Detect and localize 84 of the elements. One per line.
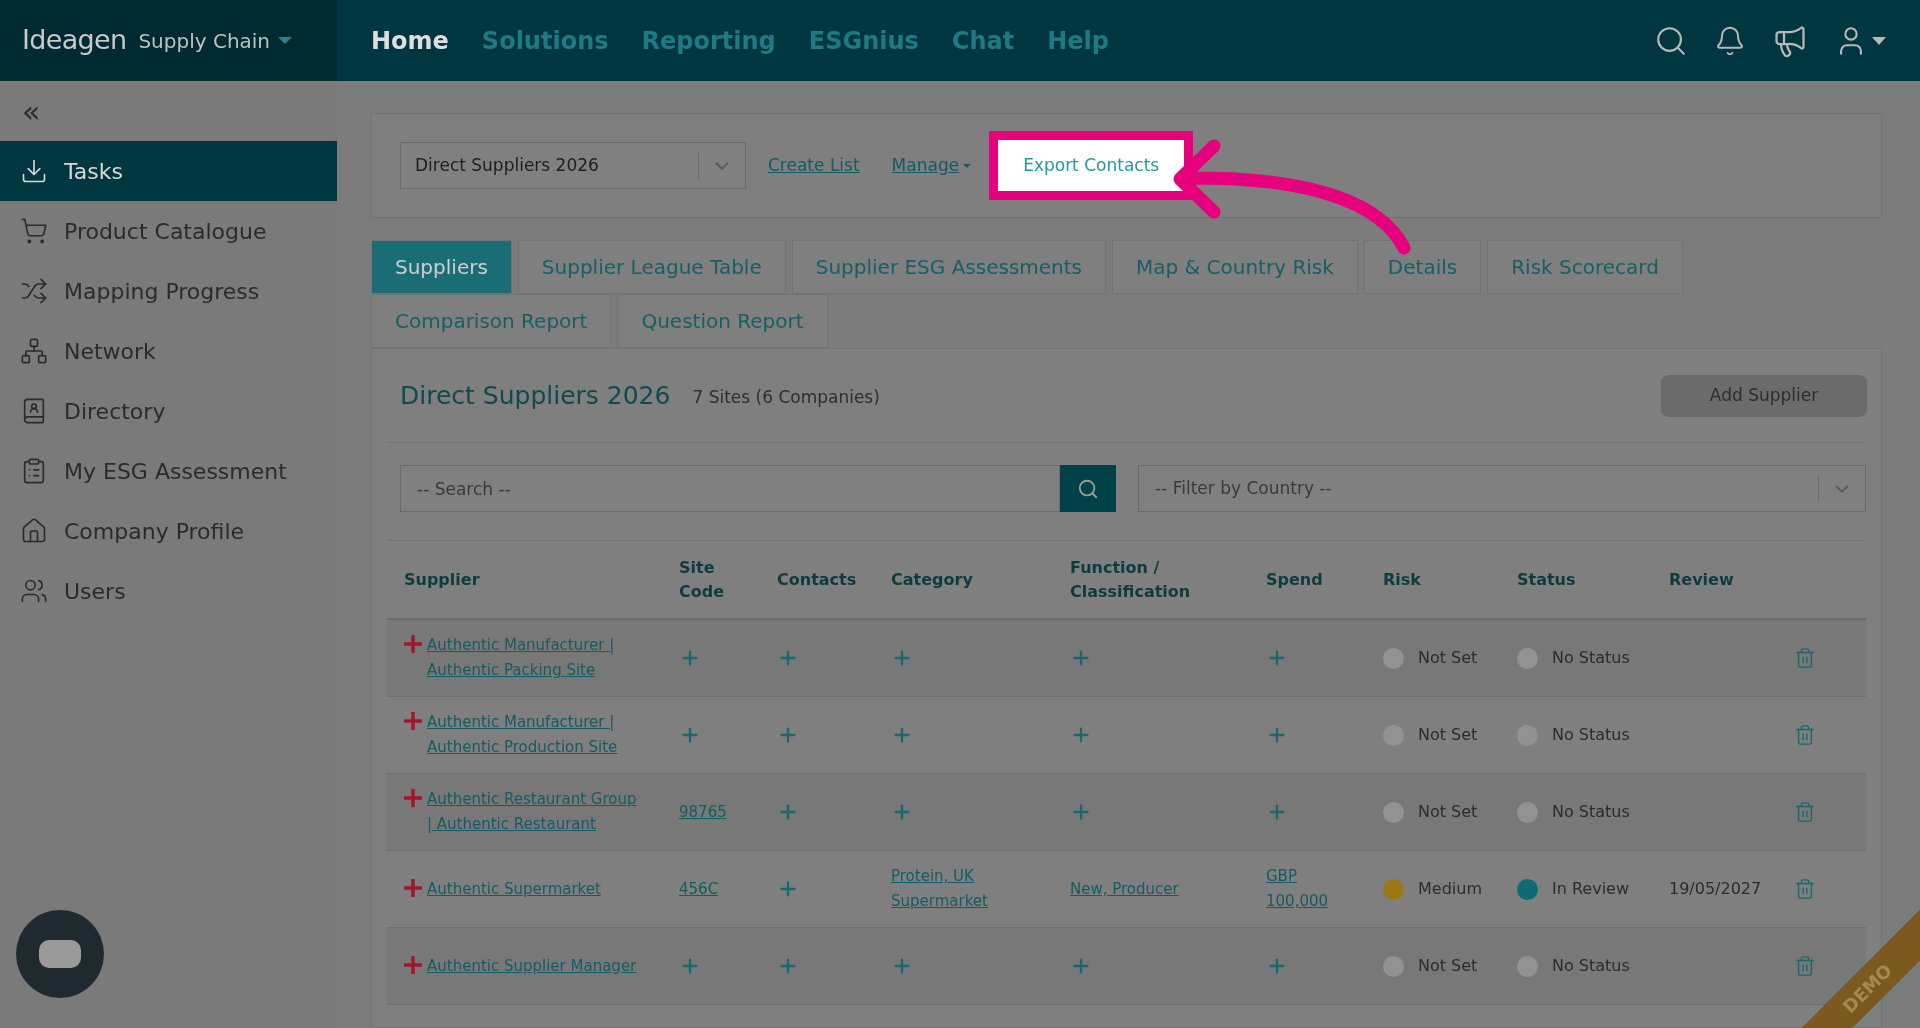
sidebar-item[interactable]: Company Profile	[0, 501, 337, 561]
column-header: Status	[1517, 568, 1577, 591]
network-icon	[20, 337, 48, 365]
plus-icon	[404, 955, 422, 974]
bell-icon[interactable]	[1714, 24, 1746, 57]
create-list-link[interactable]: Create List	[768, 152, 860, 179]
export-contacts-link[interactable]: Export Contacts	[998, 139, 1185, 192]
status-label: Not Set	[1418, 724, 1478, 746]
tab[interactable]: Comparison Report	[371, 294, 612, 348]
status-label: No Status	[1552, 724, 1630, 746]
cell-link[interactable]: Protein, UK Supermarket	[891, 864, 1040, 914]
column-header: Risk	[1383, 568, 1422, 591]
delete-icon[interactable]	[1794, 647, 1816, 669]
status-label: No Status	[1552, 801, 1630, 823]
sidebar-item[interactable]: Directory	[0, 381, 337, 441]
column-header: Contacts	[777, 568, 858, 591]
column-header: Review	[1669, 568, 1735, 591]
plus-icon	[404, 878, 422, 897]
cart-icon	[20, 217, 48, 245]
brand-logo: Ideagen	[22, 23, 127, 58]
plus-icon	[404, 789, 422, 807]
product-menu[interactable]: Supply Chain	[138, 25, 293, 56]
tab[interactable]: Map & Country Risk	[1112, 240, 1358, 294]
nav-link[interactable]: Reporting	[641, 22, 776, 59]
delete-icon[interactable]	[1794, 801, 1816, 823]
crossed-arrows-icon	[20, 277, 48, 305]
nav-link[interactable]: Help	[1047, 22, 1109, 59]
nav-link[interactable]: Chat	[951, 22, 1015, 59]
users-icon	[20, 577, 48, 605]
delete-icon[interactable]	[1794, 878, 1816, 900]
plus-icon	[404, 712, 422, 730]
status-label: Medium	[1418, 878, 1482, 900]
nav-link[interactable]: ESGnius	[808, 22, 919, 59]
plus-icon	[404, 635, 422, 653]
sidebar-item[interactable]: Tasks	[0, 141, 337, 201]
search-button[interactable]	[1060, 465, 1116, 512]
tab[interactable]: Details	[1363, 240, 1482, 294]
tab[interactable]: Risk Scorecard	[1487, 240, 1683, 294]
column-header: Spend	[1266, 568, 1324, 591]
sidebar-item[interactable]: Mapping Progress	[0, 261, 337, 321]
search-icon	[1077, 477, 1099, 500]
column-header: Function / Classification	[1070, 556, 1192, 603]
status-label: In Review	[1552, 878, 1630, 900]
nav-link[interactable]: Home	[371, 22, 449, 59]
house-icon	[20, 517, 48, 545]
column-header: Site Code	[679, 556, 726, 603]
status-label: No Status	[1552, 955, 1630, 977]
manage-menu[interactable]: Manage	[891, 152, 972, 179]
nav-link[interactable]: Solutions	[481, 22, 609, 59]
chat-icon	[39, 940, 81, 968]
sidebar-item[interactable]: Product Catalogue	[0, 201, 337, 261]
status-label: Not Set	[1418, 801, 1478, 823]
review-date: 19/05/2027	[1669, 878, 1762, 900]
status-label: No Status	[1552, 647, 1630, 669]
cell-link[interactable]: 98765	[679, 799, 727, 825]
search-field[interactable]: -- Search --	[400, 465, 1060, 512]
delete-icon[interactable]	[1794, 955, 1816, 977]
add-supplier-button[interactable]: Add Supplier	[1661, 374, 1867, 417]
supplier-link[interactable]: Authentic Supermarket	[427, 876, 601, 902]
cell-link[interactable]: New, Producer	[1070, 876, 1179, 902]
site-count: 7 Sites (6 Companies)	[692, 385, 880, 409]
list-select[interactable]: Direct Suppliers 2026	[400, 142, 746, 189]
delete-icon[interactable]	[1794, 724, 1816, 746]
status-label: Not Set	[1418, 955, 1478, 977]
sidebar-item[interactable]: Network	[0, 321, 337, 381]
tab[interactable]: Supplier ESG Assessments	[791, 240, 1107, 294]
supplier-link[interactable]: Authentic Manufacturer | Authentic Packing Site	[427, 633, 639, 683]
panel-title: Direct Suppliers 2026	[400, 379, 671, 412]
cell-link[interactable]: 456C	[679, 876, 719, 902]
country-filter[interactable]: -- Filter by Country --	[1138, 465, 1866, 512]
tab[interactable]: Question Report	[617, 294, 828, 348]
tab[interactable]: Supplier League Table	[517, 240, 786, 294]
cell-link[interactable]: GBP 100,000	[1266, 864, 1353, 914]
sidebar-item[interactable]: Users	[0, 561, 337, 621]
collapse-button[interactable]: «	[0, 81, 337, 141]
sidebar-item[interactable]: My ESG Assessment	[0, 441, 337, 501]
supplier-link[interactable]: Authentic Supplier Manager	[427, 953, 637, 979]
column-header: Supplier	[404, 568, 481, 591]
supplier-link[interactable]: Authentic Restaurant Group | Authentic Restaurant	[427, 787, 639, 837]
supplier-link[interactable]: Authentic Manufacturer | Authentic Production Site	[427, 710, 639, 760]
tab[interactable]: Suppliers	[371, 240, 512, 294]
status-label: Not Set	[1418, 647, 1478, 669]
column-header: Category	[891, 568, 974, 591]
download-icon	[20, 157, 48, 185]
